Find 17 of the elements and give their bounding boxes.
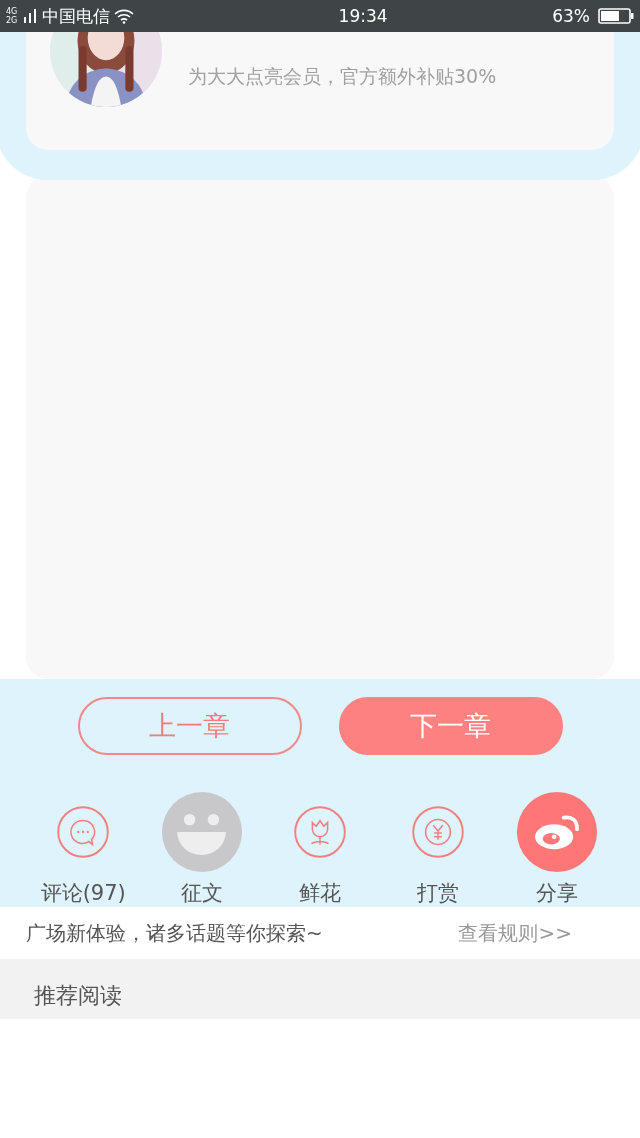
action-label: 鲜花 [298, 880, 341, 907]
view-rules-link[interactable]: 查看规则>> [458, 919, 572, 947]
action-label: 征文 [180, 880, 223, 907]
battery-percent: 63% [552, 6, 590, 26]
notice-text: 广场新体验，诸多话题等你探索~ [26, 919, 323, 947]
battery-icon [598, 8, 634, 24]
next-chapter-button[interactable]: 下一章 [338, 697, 563, 755]
carrier-name: 中国电信 [42, 4, 110, 28]
action-label: 分享 [535, 880, 578, 907]
action-label: 打赏 [417, 880, 460, 907]
wifi-icon [114, 8, 134, 24]
action-label: 评论(97) [40, 880, 126, 907]
signal-icon [24, 9, 36, 23]
clock: 19:34 [337, 6, 388, 26]
network-indicator: 4G 2G [6, 7, 19, 25]
section-title: 推荐阅读 [34, 983, 122, 1008]
member-promo-text: 为大大点亮会员，官方额外补贴30% [188, 64, 497, 89]
